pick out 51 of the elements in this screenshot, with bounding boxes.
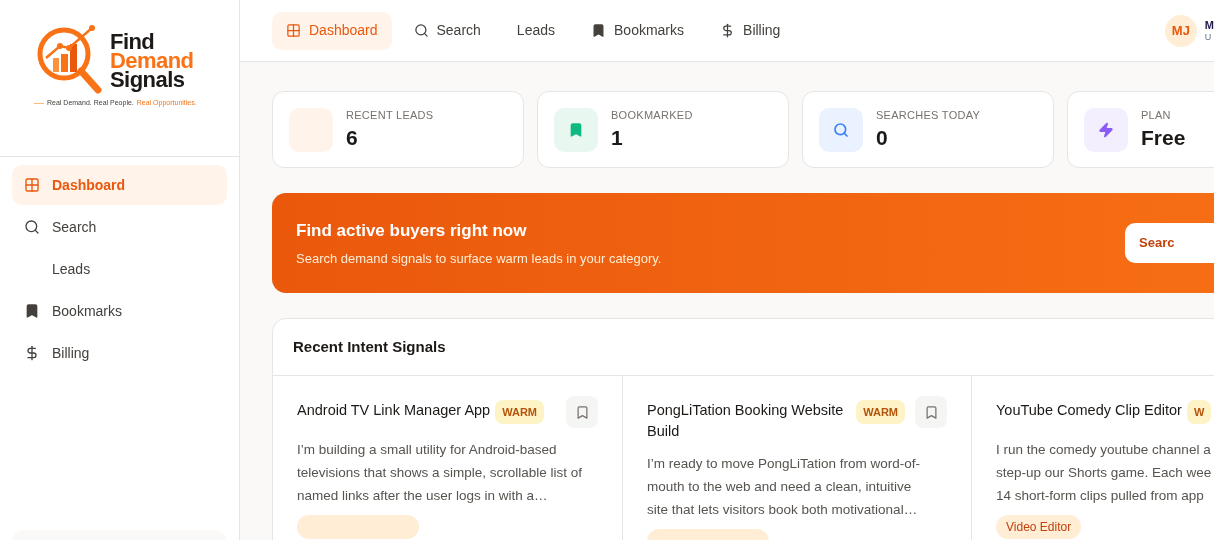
signal-description-line: I’m ready to move PongLiTation from word-of- bbox=[647, 455, 922, 473]
signal-title[interactable]: YouTube Comedy Clip Editor bbox=[996, 400, 1182, 421]
stat-label: PLAN bbox=[1141, 108, 1172, 124]
top-nav-tab[interactable]: Bookmarks bbox=[577, 11, 699, 50]
sidebar-nav-item[interactable]: Billing bbox=[12, 333, 227, 373]
stat-label: SEARCHES TODAY bbox=[876, 108, 981, 124]
user-subtitle: U bbox=[1204, 30, 1213, 43]
stat-value: 6 bbox=[346, 124, 359, 151]
bookmark-icon bbox=[24, 303, 40, 319]
sidebar-nav-item[interactable]: Leads bbox=[12, 249, 227, 289]
user-name: M bbox=[1204, 18, 1214, 31]
dollar-icon bbox=[24, 345, 40, 361]
signal-description-line: step-up our Shorts game. Each wee bbox=[996, 464, 1213, 482]
grid-icon bbox=[24, 177, 40, 193]
signal-description-line: 14 short-form clips pulled from app bbox=[996, 487, 1205, 505]
bookmark-button[interactable] bbox=[566, 396, 598, 428]
warmth-badge: WARM bbox=[495, 400, 544, 424]
banner-title: Find active buyers right now bbox=[296, 219, 528, 242]
signal-description-line: site that lets visitors book both motivational… bbox=[647, 501, 919, 519]
stat-value: 0 bbox=[876, 124, 889, 151]
signal-title[interactable]: Android TV Link Manager App bbox=[297, 400, 491, 421]
bookmark-icon bbox=[591, 23, 606, 38]
warmth-badge: WARM bbox=[856, 400, 905, 424]
signal-description-line: televisions that shows a simple, scrollable list of bbox=[297, 464, 584, 482]
signal-description-line: I’m building a small utility for Android-based bbox=[297, 441, 558, 459]
bookmark-button[interactable] bbox=[915, 396, 947, 428]
signal-description-line: I run the comedy youtube channel a bbox=[996, 441, 1212, 459]
warmth-badge: W bbox=[1186, 400, 1212, 424]
stat-value: Free bbox=[1141, 124, 1186, 151]
signal-description-line: mouth to the web and need a clean, intuitive bbox=[647, 478, 913, 496]
top-nav-tab[interactable]: Billing bbox=[706, 11, 795, 50]
bookmark-icon bbox=[574, 404, 590, 420]
top-nav-tab[interactable]: Search bbox=[399, 11, 495, 50]
banner-subtitle: Search demand signals to surface warm leads in your category. bbox=[296, 250, 662, 268]
signal-description-line: named links after the user logs in with a… bbox=[297, 487, 549, 505]
category-tag: Video Editor bbox=[996, 515, 1082, 539]
stat-label: RECENT LEADS bbox=[346, 108, 434, 124]
bookmark-icon bbox=[923, 404, 939, 420]
sidebar-nav-item[interactable]: Bookmarks bbox=[12, 291, 227, 331]
logo-word: Demand bbox=[110, 50, 194, 70]
top-nav-tab[interactable]: Leads bbox=[502, 11, 569, 50]
stat-label: BOOKMARKED bbox=[611, 108, 693, 124]
panel-title: Recent Intent Signals bbox=[293, 336, 446, 357]
grid-icon bbox=[286, 23, 301, 38]
stat-value: 1 bbox=[611, 124, 624, 151]
search-icon bbox=[413, 23, 429, 38]
sidebar-nav-item[interactable]: Search bbox=[12, 207, 227, 247]
logo-word: Find bbox=[110, 31, 155, 51]
search-icon bbox=[24, 219, 40, 235]
signal-title[interactable]: PongLiTation Booking Website Build bbox=[647, 400, 852, 442]
search-button[interactable]: Searc bbox=[1125, 223, 1214, 263]
